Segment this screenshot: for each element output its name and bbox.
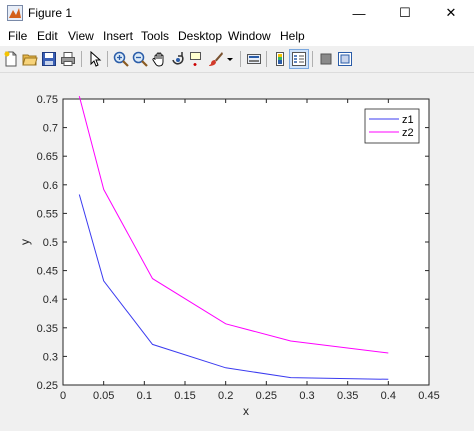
title-bar: Figure 1 — ☐ ✕ xyxy=(0,0,474,26)
zoom-out-icon[interactable] xyxy=(131,50,149,68)
figure-canvas: 0 0.05 0.1 0.15 0.2 0.25 0.3 0.35 0.4 0.45 0.25 0.3… xyxy=(0,73,474,426)
x-tick-label: 0.3 xyxy=(299,390,314,402)
y-tick-label: 0.25 xyxy=(37,380,58,392)
legend[interactable]: z1z2 xyxy=(364,108,420,144)
open-file-icon[interactable] xyxy=(21,50,39,68)
brush-dropdown-icon[interactable] xyxy=(225,50,235,68)
legend-icon[interactable] xyxy=(289,49,309,69)
data-cursor-icon[interactable] xyxy=(188,50,206,68)
menu-edit[interactable]: Edit xyxy=(37,29,58,43)
legend-label: z1 xyxy=(402,114,414,126)
x-tick-label: 0 xyxy=(60,390,66,402)
x-axis-label: x xyxy=(243,404,249,418)
x-tick-label: 0.1 xyxy=(137,390,152,402)
menu-view[interactable]: View xyxy=(68,29,94,43)
y-tick-label: 0.3 xyxy=(43,351,58,363)
maximize-button[interactable]: ☐ xyxy=(382,0,428,26)
x-tick-label: 0.35 xyxy=(337,390,358,402)
x-tick-label: 0.45 xyxy=(418,390,439,402)
toolbar-separator xyxy=(312,51,313,67)
pointer-icon[interactable] xyxy=(86,50,104,68)
rotate-3d-icon[interactable] xyxy=(169,50,187,68)
hide-plot-tools-icon[interactable] xyxy=(317,50,335,68)
menu-tools[interactable]: Tools xyxy=(141,29,169,43)
menu-desktop[interactable]: Desktop xyxy=(178,29,222,43)
toolbar-separator xyxy=(107,51,108,67)
x-tick-label: 0.4 xyxy=(381,390,396,402)
new-figure-icon[interactable] xyxy=(2,50,20,68)
y-tick-label: 0.55 xyxy=(37,208,58,220)
y-tick-label: 0.6 xyxy=(43,180,58,192)
colorbar-icon[interactable] xyxy=(271,50,289,68)
save-icon[interactable] xyxy=(40,50,58,68)
show-plot-tools-icon[interactable] xyxy=(336,50,354,68)
x-tick-label: 0.2 xyxy=(218,390,233,402)
toolbar xyxy=(0,46,474,73)
x-tick-label: 0.05 xyxy=(93,390,114,402)
menu-insert[interactable]: Insert xyxy=(103,29,133,43)
y-axis-label: y xyxy=(18,239,32,245)
menu-help[interactable]: Help xyxy=(280,29,305,43)
brush-icon[interactable] xyxy=(207,50,225,68)
zoom-in-icon[interactable] xyxy=(112,50,130,68)
pan-icon[interactable] xyxy=(150,50,168,68)
link-plot-icon[interactable] xyxy=(245,50,263,68)
close-button[interactable]: ✕ xyxy=(428,0,474,26)
toolbar-separator xyxy=(266,51,267,67)
menu-file[interactable]: File xyxy=(8,29,27,43)
y-tick-label: 0.35 xyxy=(37,323,58,335)
menu-window[interactable]: Window xyxy=(228,29,271,43)
toolbar-separator xyxy=(240,51,241,67)
y-tick-label: 0.65 xyxy=(37,151,58,163)
menu-bar: File Edit View Insert Tools Desktop Wind… xyxy=(0,26,474,46)
y-tick-label: 0.5 xyxy=(43,237,58,249)
matlab-figure-icon xyxy=(7,5,23,21)
x-tick-label: 0.15 xyxy=(174,390,195,402)
y-tick-label: 0.45 xyxy=(37,266,58,278)
print-icon[interactable] xyxy=(59,50,77,68)
window-title: Figure 1 xyxy=(28,6,73,20)
y-tick-label: 0.4 xyxy=(43,294,58,306)
x-tick-label: 0.25 xyxy=(256,390,277,402)
y-tick-label: 0.75 xyxy=(37,94,58,106)
line-chart[interactable]: 0 0.05 0.1 0.15 0.2 0.25 0.3 0.35 0.4 0.45 0.25 0.3… xyxy=(0,73,474,426)
y-tick-label: 0.7 xyxy=(43,123,58,135)
legend-label: z2 xyxy=(402,127,414,139)
toolbar-separator xyxy=(81,51,82,67)
minimize-button[interactable]: — xyxy=(336,0,382,26)
